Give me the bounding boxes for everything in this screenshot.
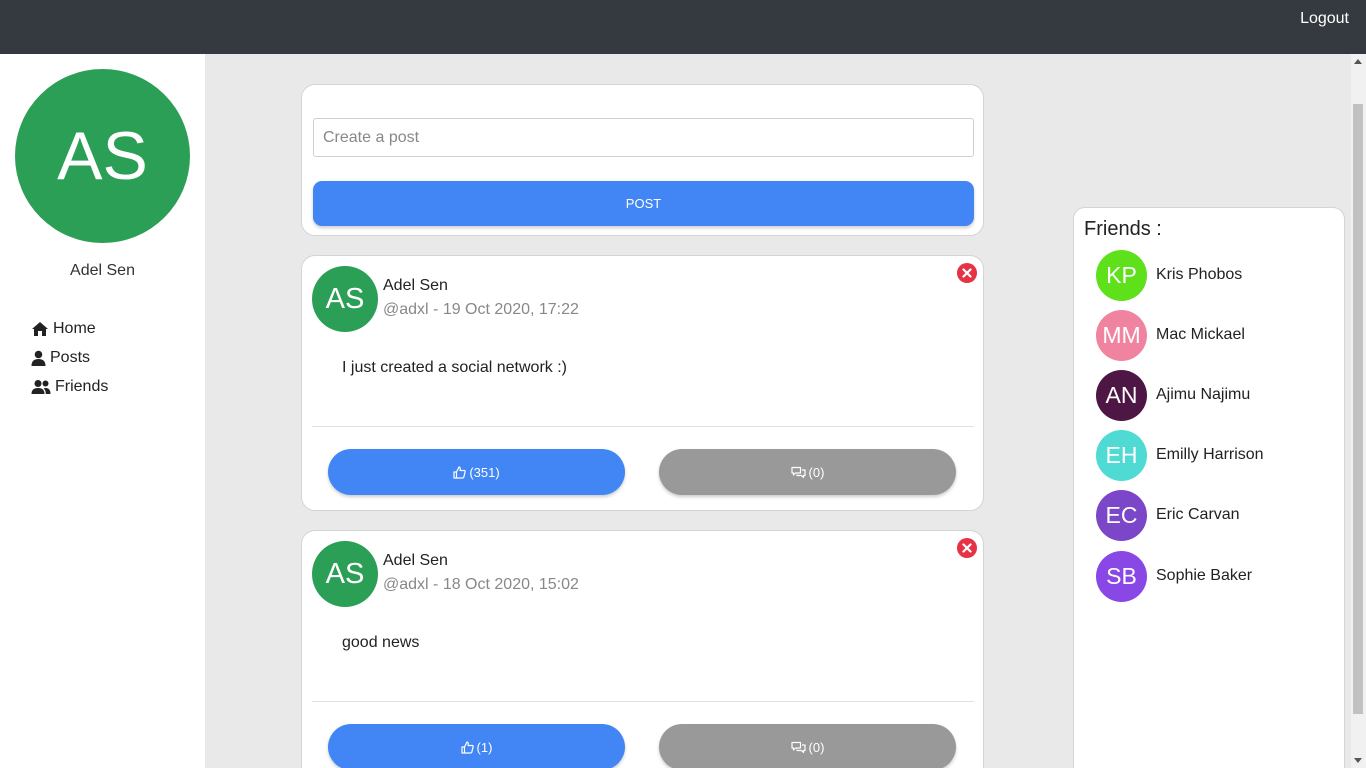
comments-icon: [790, 741, 806, 753]
friends-title: Friends :: [1084, 218, 1162, 240]
user-icon: [31, 350, 46, 366]
sidebar-item-home[interactable]: Home: [31, 314, 108, 343]
post-meta: @adxl - 19 Oct 2020, 17:22: [383, 301, 579, 318]
post-card: AS Adel Sen @adxl - 18 Oct 2020, 15:02 g…: [301, 530, 984, 768]
thumbs-up-icon: [453, 465, 467, 479]
sidebar-item-friends[interactable]: Friends: [31, 372, 108, 401]
post-divider: [312, 426, 974, 427]
post-author: Adel Sen: [383, 552, 448, 569]
friend-name: Emilly Harrison: [1156, 446, 1264, 463]
sidebar-item-label: Friends: [55, 377, 109, 395]
profile-avatar[interactable]: AS: [15, 69, 190, 243]
create-post-card: POST: [301, 84, 984, 236]
friend-name: Sophie Baker: [1156, 567, 1253, 584]
comment-button[interactable]: (0): [659, 724, 956, 768]
friend-item[interactable]: EH Emilly Harrison: [1096, 429, 1264, 481]
scrollbar-thumb[interactable]: [1353, 104, 1363, 714]
profile-sidebar: AS Adel Sen Home Posts Friends: [0, 54, 205, 768]
post-avatar[interactable]: AS: [312, 541, 378, 607]
like-button[interactable]: (351): [328, 449, 625, 495]
delete-post-button[interactable]: [957, 538, 977, 558]
sidebar-item-posts[interactable]: Posts: [31, 343, 108, 372]
friend-item[interactable]: EC Eric Carvan: [1096, 489, 1240, 541]
comment-count: (0): [808, 739, 825, 755]
create-post-input[interactable]: [313, 118, 974, 157]
users-icon: [31, 379, 51, 394]
post-author: Adel Sen: [383, 277, 448, 294]
friend-avatar: SB: [1096, 550, 1147, 602]
friend-name: Ajimu Najimu: [1156, 386, 1251, 403]
friend-avatar: EH: [1096, 429, 1147, 481]
comments-icon: [790, 466, 806, 478]
friend-avatar: EC: [1096, 489, 1147, 541]
friend-name: Eric Carvan: [1156, 506, 1240, 523]
friend-item[interactable]: SB Sophie Baker: [1096, 550, 1252, 602]
page-scrollbar[interactable]: [1351, 54, 1366, 768]
like-button[interactable]: (1): [328, 724, 625, 768]
like-count: (1): [476, 739, 493, 755]
friend-avatar: AN: [1096, 369, 1147, 421]
home-icon: [32, 321, 48, 336]
sidebar-item-label: Posts: [50, 348, 91, 366]
post-text: good news: [342, 634, 420, 651]
post-button[interactable]: POST: [313, 181, 974, 226]
profile-name: Adel Sen: [70, 262, 135, 279]
scroll-up-arrow-icon[interactable]: [1354, 59, 1362, 64]
friend-avatar: KP: [1096, 249, 1147, 301]
post-divider: [312, 701, 974, 702]
comment-button[interactable]: (0): [659, 449, 956, 495]
friend-name: Kris Phobos: [1156, 266, 1243, 283]
friend-item[interactable]: MM Mac Mickael: [1096, 309, 1245, 361]
logout-link[interactable]: Logout: [1300, 10, 1349, 28]
post-text: I just created a social network :): [342, 359, 567, 376]
friend-item[interactable]: KP Kris Phobos: [1096, 249, 1242, 301]
friend-avatar: MM: [1096, 309, 1147, 361]
post-avatar[interactable]: AS: [312, 266, 378, 332]
close-icon: [962, 268, 972, 278]
friends-panel: Friends : KP Kris Phobos MM Mac Mickael …: [1073, 207, 1345, 768]
delete-post-button[interactable]: [957, 263, 977, 283]
thumbs-up-icon: [460, 740, 474, 754]
friend-item[interactable]: AN Ajimu Najimu: [1096, 369, 1250, 421]
top-navbar: Logout: [0, 0, 1366, 54]
close-icon: [962, 543, 972, 553]
sidebar-item-label: Home: [53, 319, 96, 337]
sidebar-nav: Home Posts Friends: [31, 314, 108, 401]
post-meta: @adxl - 18 Oct 2020, 15:02: [383, 576, 579, 593]
like-count: (351): [469, 464, 500, 480]
post-card: AS Adel Sen @adxl - 19 Oct 2020, 17:22 I…: [301, 255, 984, 511]
friend-name: Mac Mickael: [1156, 326, 1245, 343]
scroll-down-arrow-icon[interactable]: [1354, 758, 1362, 763]
comment-count: (0): [808, 464, 825, 480]
